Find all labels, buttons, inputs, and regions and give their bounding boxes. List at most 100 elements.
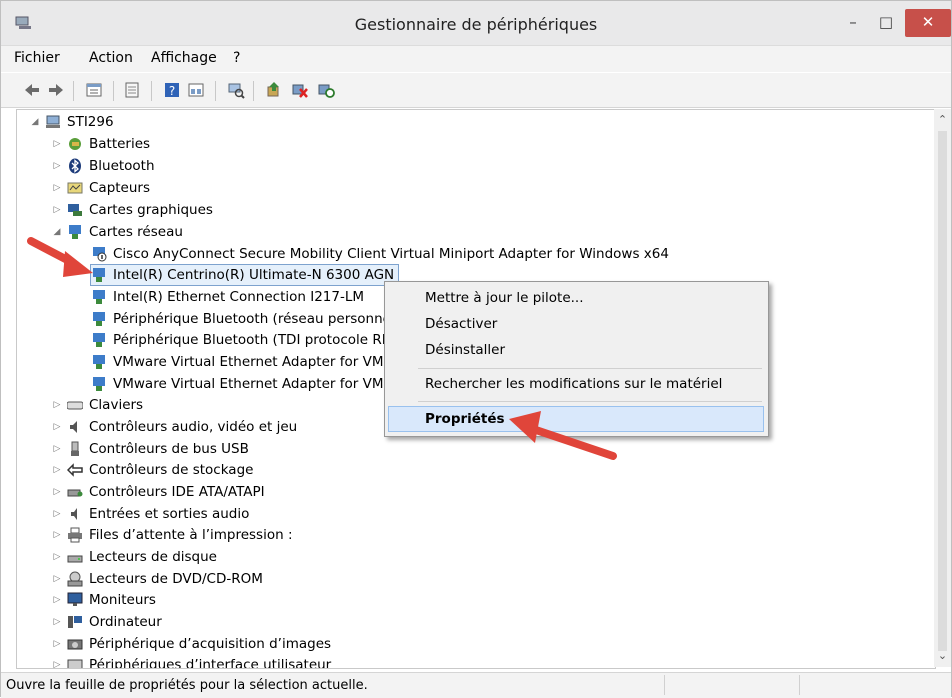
tree-capteurs[interactable]: ▷ Capteurs xyxy=(51,178,150,198)
expand-icon[interactable]: ▷ xyxy=(51,639,63,649)
menu-affichage[interactable]: Affichage xyxy=(151,50,217,66)
tree-cartes-graphiques[interactable]: ▷ Cartes graphiques xyxy=(51,200,213,220)
toolbar-separator xyxy=(215,81,216,101)
expand-icon[interactable]: ▷ xyxy=(51,161,63,171)
network-adapter-icon xyxy=(93,355,105,369)
menu-properties[interactable]: Propriétés xyxy=(425,411,505,427)
category-label: Contrôleurs IDE ATA/ATAPI xyxy=(89,484,265,500)
adapter-label: Périphérique Bluetooth (réseau personnel… xyxy=(113,311,400,327)
maximize-button[interactable]: □ xyxy=(871,9,901,37)
tree-files-impression[interactable]: ▷ Files d’attente à l’impression : xyxy=(51,525,293,545)
expand-icon[interactable]: ▷ xyxy=(51,139,63,149)
menu-action[interactable]: Action xyxy=(89,50,133,66)
scan-icon[interactable] xyxy=(227,81,245,99)
expand-icon[interactable]: ▷ xyxy=(51,465,63,475)
speaker-icon xyxy=(70,421,77,433)
update-icon[interactable] xyxy=(123,81,141,99)
tree-bluetooth[interactable]: ▷ Bluetooth xyxy=(51,156,155,176)
properties-icon[interactable] xyxy=(85,81,103,99)
tree-root-sti296[interactable]: ◢ STI296 xyxy=(29,112,114,132)
network-adapter-item[interactable]: Périphérique Bluetooth (réseau personnel… xyxy=(91,309,400,329)
tree-entrees-sorties-audio[interactable]: ▷ Entrées et sorties audio xyxy=(51,504,250,524)
expand-icon[interactable]: ▷ xyxy=(51,400,63,410)
tree-moniteurs[interactable]: ▷ Moniteurs xyxy=(51,590,156,610)
network-adapter-item[interactable]: Intel(R) Ethernet Connection I217-LM xyxy=(91,287,364,307)
collapse-icon[interactable]: ◢ xyxy=(51,227,63,237)
help-icon[interactable]: ? xyxy=(163,81,181,99)
category-label: Lecteurs de DVD/CD-ROM xyxy=(89,571,263,587)
tree-claviers[interactable]: ▷ Claviers xyxy=(51,395,144,415)
tree-ordinateur[interactable]: ▷ Ordinateur xyxy=(51,612,162,632)
adapter-label: VMware Virtual Ethernet Adapter for VMne xyxy=(113,376,401,392)
category-label: Périphériques d’interface utilisateur xyxy=(89,657,332,669)
menu-help[interactable]: ? xyxy=(233,50,240,66)
title-bar[interactable]: Gestionnaire de périphériques – □ ✕ xyxy=(1,1,951,46)
expand-icon[interactable]: ▷ xyxy=(51,617,63,627)
expand-icon[interactable]: ▷ xyxy=(51,509,63,519)
network-adapter-item[interactable]: VMware Virtual Ethernet Adapter for VMne xyxy=(91,374,400,394)
category-label: Contrôleurs de bus USB xyxy=(89,441,249,457)
expand-icon[interactable]: ▷ xyxy=(51,595,63,605)
category-label: Bluetooth xyxy=(89,158,155,174)
tree-stockage[interactable]: ▷ Contrôleurs de stockage xyxy=(51,460,254,480)
toolbar-separator xyxy=(73,81,74,101)
tree-lecteurs-dvd[interactable]: ▷ Lecteurs de DVD/CD-ROM xyxy=(51,569,263,589)
bluetooth-icon xyxy=(69,158,81,174)
menu-uninstall[interactable]: Désinstaller xyxy=(425,342,505,358)
view-icon[interactable] xyxy=(187,81,205,99)
network-adapter-item-selected[interactable]: Intel(R) Centrino(R) Ultimate-N 6300 AGN xyxy=(89,264,400,286)
expand-icon[interactable]: ▷ xyxy=(51,530,63,540)
tree-batteries[interactable]: ▷ Batteries xyxy=(51,134,151,154)
close-button[interactable]: ✕ xyxy=(905,9,951,37)
tree-cartes-reseau[interactable]: ◢ Cartes réseau xyxy=(51,222,183,242)
tree-bus-usb[interactable]: ▷ Contrôleurs de bus USB xyxy=(51,439,249,459)
expand-icon[interactable]: ▷ xyxy=(51,487,63,497)
menu-disable[interactable]: Désactiver xyxy=(425,316,497,332)
expand-icon[interactable]: ▷ xyxy=(51,183,63,193)
back-icon[interactable] xyxy=(23,81,41,99)
expand-icon[interactable]: ▷ xyxy=(51,660,63,668)
expand-icon[interactable]: ▷ xyxy=(51,574,63,584)
menu-scan-hardware[interactable]: Rechercher les modifications sur le maté… xyxy=(425,376,722,392)
expand-icon[interactable]: ▷ xyxy=(51,444,63,454)
vertical-scrollbar[interactable]: ⌃ ⌄ xyxy=(934,109,951,667)
network-adapter-item[interactable]: Cisco AnyConnect Secure Mobility Client … xyxy=(91,244,669,264)
adapter-label: Intel(R) Ethernet Connection I217-LM xyxy=(113,289,365,305)
network-adapter-item[interactable]: Périphérique Bluetooth (TDI protocole RF… xyxy=(91,330,399,350)
tree-lecteurs-disque[interactable]: ▷ Lecteurs de disque xyxy=(51,547,217,567)
install-icon[interactable] xyxy=(265,81,283,99)
dvd-drive-icon xyxy=(67,571,83,587)
category-label: Contrôleurs de stockage xyxy=(89,462,254,478)
minimize-button[interactable]: – xyxy=(839,9,867,37)
category-label: Claviers xyxy=(89,397,144,413)
disable-icon[interactable] xyxy=(291,81,309,99)
scroll-up-icon[interactable]: ⌃ xyxy=(934,113,951,126)
tree-ide-ata[interactable]: ▷ Contrôleurs IDE ATA/ATAPI xyxy=(51,482,265,502)
category-label: Entrées et sorties audio xyxy=(89,506,250,522)
category-label: Cartes réseau xyxy=(89,224,183,240)
printer-icon xyxy=(68,527,82,543)
tree-audio-video-jeu[interactable]: ▷ Contrôleurs audio, vidéo et jeu xyxy=(51,417,298,437)
tree-acquisition-images[interactable]: ▷ Périphérique d’acquisition d’images xyxy=(51,634,332,654)
status-bar: Ouvre la feuille de propriétés pour la s… xyxy=(1,672,951,698)
expand-icon[interactable]: ▷ xyxy=(51,552,63,562)
usb-icon xyxy=(71,441,79,456)
status-text: Ouvre la feuille de propriétés pour la s… xyxy=(6,678,368,693)
expand-icon[interactable]: ▷ xyxy=(51,422,63,432)
category-label: Contrôleurs audio, vidéo et jeu xyxy=(89,419,298,435)
menu-update-driver[interactable]: Mettre à jour le pilote... xyxy=(425,290,584,306)
tree-interface-utilisateur[interactable]: ▷ Périphériques d’interface utilisateur xyxy=(51,655,332,669)
adapter-label: VMware Virtual Ethernet Adapter for VMne xyxy=(113,354,401,370)
menu-fichier[interactable]: Fichier xyxy=(14,50,60,66)
category-label: Batteries xyxy=(89,136,151,152)
forward-icon[interactable] xyxy=(47,81,65,99)
network-adapter-icon xyxy=(93,268,105,282)
scrollbar-thumb[interactable] xyxy=(938,131,947,651)
collapse-icon[interactable]: ◢ xyxy=(29,117,41,127)
scroll-down-icon[interactable]: ⌄ xyxy=(934,649,951,662)
audio-io-icon xyxy=(71,508,77,520)
refresh-icon[interactable] xyxy=(317,81,335,99)
expand-icon[interactable]: ▷ xyxy=(51,205,63,215)
network-adapter-item[interactable]: VMware Virtual Ethernet Adapter for VMne xyxy=(91,352,400,372)
category-label: Moniteurs xyxy=(89,592,156,608)
